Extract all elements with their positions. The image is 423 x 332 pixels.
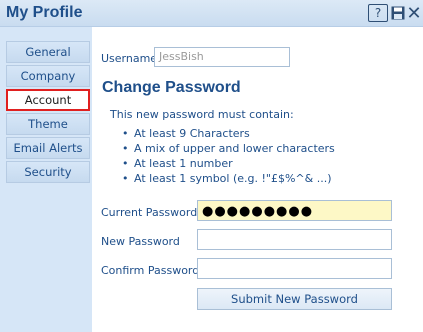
list-item: At least 1 number bbox=[122, 156, 335, 171]
window-title: My Profile bbox=[6, 4, 83, 21]
requirements-list: At least 9 Characters A mix of upper and… bbox=[122, 126, 335, 186]
sidebar-item-company[interactable]: Company bbox=[6, 65, 90, 87]
current-password-field[interactable]: ●●●●●●●●● bbox=[197, 200, 392, 221]
sidebar-nav: General Company Account Theme Email Aler… bbox=[6, 41, 90, 185]
help-icon[interactable]: ? bbox=[368, 4, 388, 22]
sidebar-item-theme[interactable]: Theme bbox=[6, 113, 90, 135]
main-content: Username JessBish Change Password This n… bbox=[92, 27, 423, 332]
submit-new-password-button[interactable]: Submit New Password bbox=[197, 288, 392, 310]
current-password-label: Current Password bbox=[101, 206, 198, 219]
confirm-password-field[interactable] bbox=[197, 258, 392, 279]
username-label: Username bbox=[101, 52, 158, 65]
new-password-label: New Password bbox=[101, 235, 180, 248]
section-title: Change Password bbox=[102, 79, 241, 96]
sidebar-item-general[interactable]: General bbox=[6, 41, 90, 63]
title-bar: My Profile ? ✕ bbox=[0, 0, 423, 27]
sidebar-item-account[interactable]: Account bbox=[6, 89, 90, 111]
list-item: A mix of upper and lower characters bbox=[122, 141, 335, 156]
requirements-intro: This new password must contain: bbox=[110, 108, 294, 121]
list-item: At least 1 symbol (e.g. !"£$%^& ...) bbox=[122, 171, 335, 186]
sidebar-item-email-alerts[interactable]: Email Alerts bbox=[6, 137, 90, 159]
username-field[interactable]: JessBish bbox=[154, 47, 290, 67]
sidebar-item-security[interactable]: Security bbox=[6, 161, 90, 183]
save-icon[interactable] bbox=[391, 4, 405, 22]
list-item: At least 9 Characters bbox=[122, 126, 335, 141]
confirm-password-label: Confirm Password bbox=[101, 264, 200, 277]
close-icon[interactable]: ✕ bbox=[406, 3, 421, 24]
new-password-field[interactable] bbox=[197, 229, 392, 250]
